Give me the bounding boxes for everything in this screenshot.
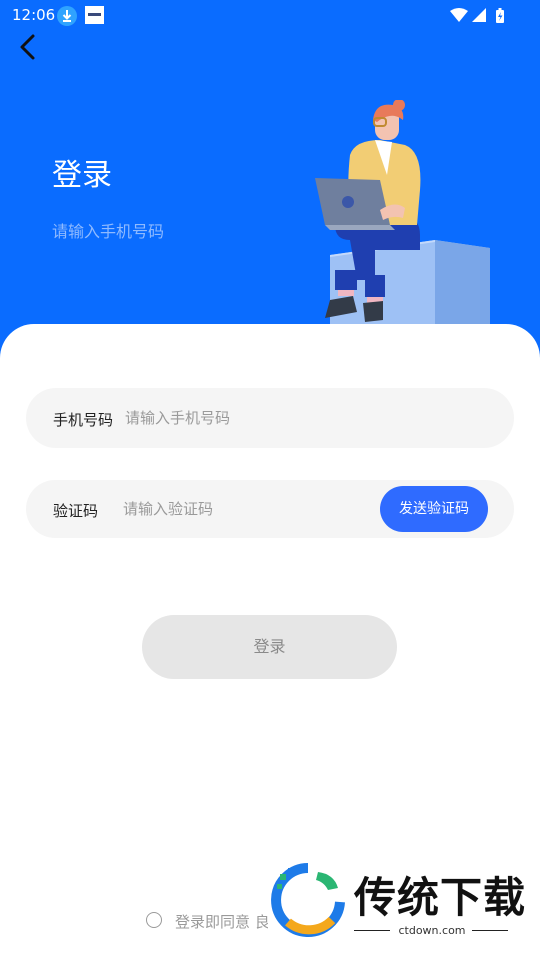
login-button[interactable]: 登录 — [142, 615, 397, 679]
signal-icon — [472, 8, 486, 22]
phone-field[interactable]: 手机号码 — [26, 388, 514, 448]
back-button[interactable] — [14, 30, 44, 64]
watermark-name: 传统下载 — [354, 873, 527, 922]
page-subtitle: 请输入手机号码 — [52, 222, 165, 241]
battery-icon — [496, 8, 504, 23]
send-code-button[interactable]: 发送验证码 — [380, 486, 488, 532]
code-field[interactable]: 验证码 发送验证码 — [26, 480, 514, 538]
phone-label: 手机号码 — [53, 411, 114, 429]
back-arrow-icon — [20, 34, 35, 60]
app-thumbnail-icon — [85, 6, 104, 24]
agree-radio[interactable] — [146, 912, 162, 928]
header-banner: 12:06 登录 请输入手机号码 — [0, 0, 540, 360]
download-icon — [57, 6, 77, 26]
watermark-divider-right — [472, 930, 508, 931]
status-time: 12:06 — [12, 6, 56, 24]
status-bar: 12:06 — [0, 0, 540, 30]
status-icons — [450, 7, 510, 29]
code-input[interactable] — [123, 498, 363, 520]
phone-input[interactable] — [125, 407, 425, 429]
page-title: 登录 — [52, 158, 112, 193]
agreement-text: 登录即同意 良 — [175, 913, 270, 931]
wifi-icon — [450, 8, 468, 22]
watermark: 传统下载 ctdown.com — [268, 862, 525, 938]
code-label: 验证码 — [53, 502, 99, 520]
illustration-person-laptop — [295, 99, 495, 330]
watermark-logo-icon — [271, 863, 345, 937]
